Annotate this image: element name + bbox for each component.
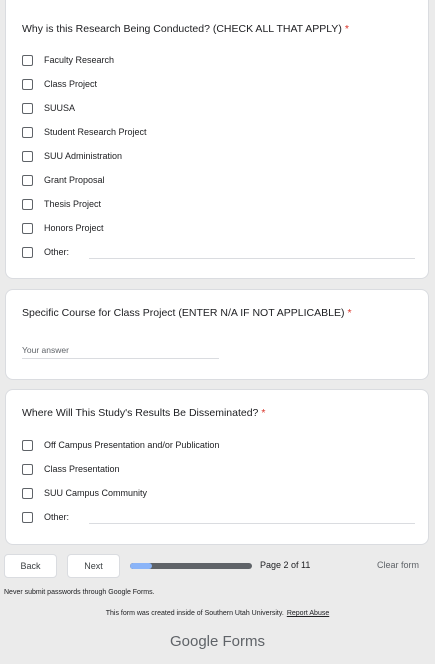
required-mark: *	[347, 307, 352, 319]
option-label: Student Research Project	[44, 127, 147, 137]
option-label: SUUSA	[44, 103, 76, 113]
option-label: Faculty Research	[44, 55, 115, 65]
answer-underline	[22, 358, 219, 359]
option-faculty-research[interactable]: Faculty Research	[22, 53, 114, 67]
option-label: SUU Campus Community	[44, 488, 148, 498]
option-label: Other:	[44, 512, 70, 522]
progress-bar	[130, 563, 252, 569]
checkbox-icon[interactable]	[22, 246, 33, 258]
option-honors-project[interactable]: Honors Project	[22, 221, 104, 235]
checkbox-icon[interactable]	[22, 439, 33, 451]
back-button[interactable]: Back	[4, 554, 57, 578]
option-other[interactable]: Other:	[22, 245, 69, 259]
next-button[interactable]: Next	[67, 554, 120, 578]
option-other[interactable]: Other:	[22, 510, 69, 524]
question-title: Where Will This Study's Results Be Disse…	[22, 407, 266, 419]
checkbox-icon[interactable]	[22, 54, 33, 66]
question-card-dissemination: Where Will This Study's Results Be Disse…	[5, 389, 429, 545]
required-mark: *	[344, 23, 349, 35]
password-warning: Never submit passwords through Google Fo…	[4, 589, 155, 596]
checkbox-icon[interactable]	[22, 463, 33, 475]
progress-fill	[130, 563, 153, 569]
option-suu-campus-community[interactable]: SUU Campus Community	[22, 486, 147, 500]
option-label: Off Campus Presentation and/or Publicati…	[44, 440, 220, 450]
option-suu-administration[interactable]: SUU Administration	[22, 149, 122, 163]
option-class-project[interactable]: Class Project	[22, 77, 97, 91]
question-card-specific-course: Specific Course for Class Project (ENTER…	[5, 289, 429, 380]
option-label: Class Project	[44, 79, 98, 89]
option-label: Class Presentation	[44, 464, 120, 474]
question-title: Why is this Research Being Conducted? (C…	[22, 23, 349, 35]
option-class-presentation[interactable]: Class Presentation	[22, 462, 120, 476]
option-thesis-project[interactable]: Thesis Project	[22, 197, 101, 211]
checkbox-icon[interactable]	[22, 150, 33, 162]
option-label: Honors Project	[44, 223, 104, 233]
other-text-input[interactable]	[89, 258, 415, 259]
checkbox-icon[interactable]	[22, 511, 33, 523]
checkbox-icon[interactable]	[22, 487, 33, 499]
answer-input[interactable]: Your answer	[22, 345, 69, 355]
option-label: SUU Administration	[44, 151, 123, 161]
checkbox-icon[interactable]	[22, 126, 33, 138]
checkbox-icon[interactable]	[22, 78, 33, 90]
created-text: This form was created inside of Southern…	[105, 610, 284, 617]
other-text-input[interactable]	[89, 523, 415, 524]
question-title: Specific Course for Class Project (ENTER…	[22, 307, 352, 319]
google-forms-logo[interactable]: Google Forms	[0, 633, 435, 650]
checkbox-icon[interactable]	[22, 222, 33, 234]
required-mark: *	[261, 407, 266, 419]
option-grant-proposal[interactable]: Grant Proposal	[22, 173, 105, 187]
created-by-notice: This form was created inside of Southern…	[0, 610, 435, 617]
option-suusa[interactable]: SUUSA	[22, 101, 75, 115]
report-abuse-link[interactable]: Report Abuse	[287, 610, 329, 617]
page-indicator: Page 2 of 11	[260, 560, 311, 570]
option-off-campus-presentation[interactable]: Off Campus Presentation and/or Publicati…	[22, 438, 219, 452]
clear-form-button[interactable]: Clear form	[377, 560, 419, 570]
option-label: Grant Proposal	[44, 175, 105, 185]
checkbox-icon[interactable]	[22, 102, 33, 114]
question-card-research-purpose: Why is this Research Being Conducted? (C…	[5, 0, 429, 279]
option-label: Other:	[44, 247, 70, 257]
option-label: Thesis Project	[44, 199, 102, 209]
option-student-research-project[interactable]: Student Research Project	[22, 125, 147, 139]
checkbox-icon[interactable]	[22, 198, 33, 210]
checkbox-icon[interactable]	[22, 174, 33, 186]
